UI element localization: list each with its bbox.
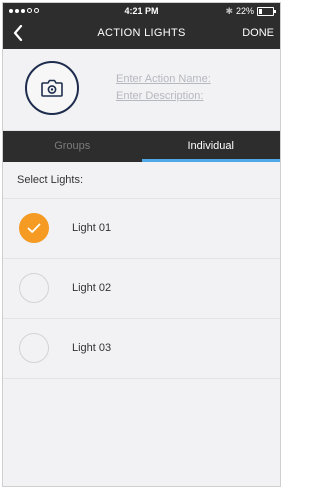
- tab-bar: Groups Individual: [3, 131, 280, 162]
- top-bar: 4:21 PM ✱ 22% ACTION LIGHTS DONE: [3, 3, 280, 49]
- bluetooth-icon: ✱: [225, 6, 233, 16]
- tab-individual[interactable]: Individual: [141, 131, 281, 162]
- action-name-input[interactable]: Enter Action Name:: [116, 73, 266, 86]
- light-02-checkbox[interactable]: [19, 273, 49, 303]
- light-01-checkbox[interactable]: [19, 213, 49, 243]
- tab-groups[interactable]: Groups: [3, 131, 142, 162]
- light-02-label: Light 02: [72, 282, 112, 294]
- description-input[interactable]: Enter Description:: [116, 90, 266, 103]
- light-01-label: Light 01: [72, 222, 112, 234]
- app-screen: 4:21 PM ✱ 22% ACTION LIGHTS DONE Enter A…: [2, 2, 281, 487]
- add-photo-button[interactable]: [25, 61, 79, 115]
- status-bar: 4:21 PM ✱ 22%: [3, 3, 280, 19]
- light-03-label: Light 03: [72, 342, 112, 354]
- light-03-checkbox[interactable]: [19, 333, 49, 363]
- light-row-01[interactable]: Light 01: [3, 199, 280, 259]
- action-header: Enter Action Name: Enter Description:: [3, 49, 280, 131]
- battery-percent: 22%: [235, 6, 254, 16]
- select-lights-label: Select Lights:: [3, 162, 280, 199]
- battery-icon: [257, 6, 276, 16]
- camera-icon: [41, 79, 63, 97]
- status-right: ✱ 22%: [225, 3, 276, 19]
- page-title: ACTION LIGHTS: [97, 27, 186, 39]
- done-button[interactable]: DONE: [242, 19, 274, 47]
- checkmark-icon: [27, 223, 41, 233]
- action-fields: Enter Action Name: Enter Description:: [116, 73, 266, 107]
- light-row-02[interactable]: Light 02: [3, 259, 280, 319]
- light-row-03[interactable]: Light 03: [3, 319, 280, 379]
- nav-bar: ACTION LIGHTS DONE: [3, 19, 280, 49]
